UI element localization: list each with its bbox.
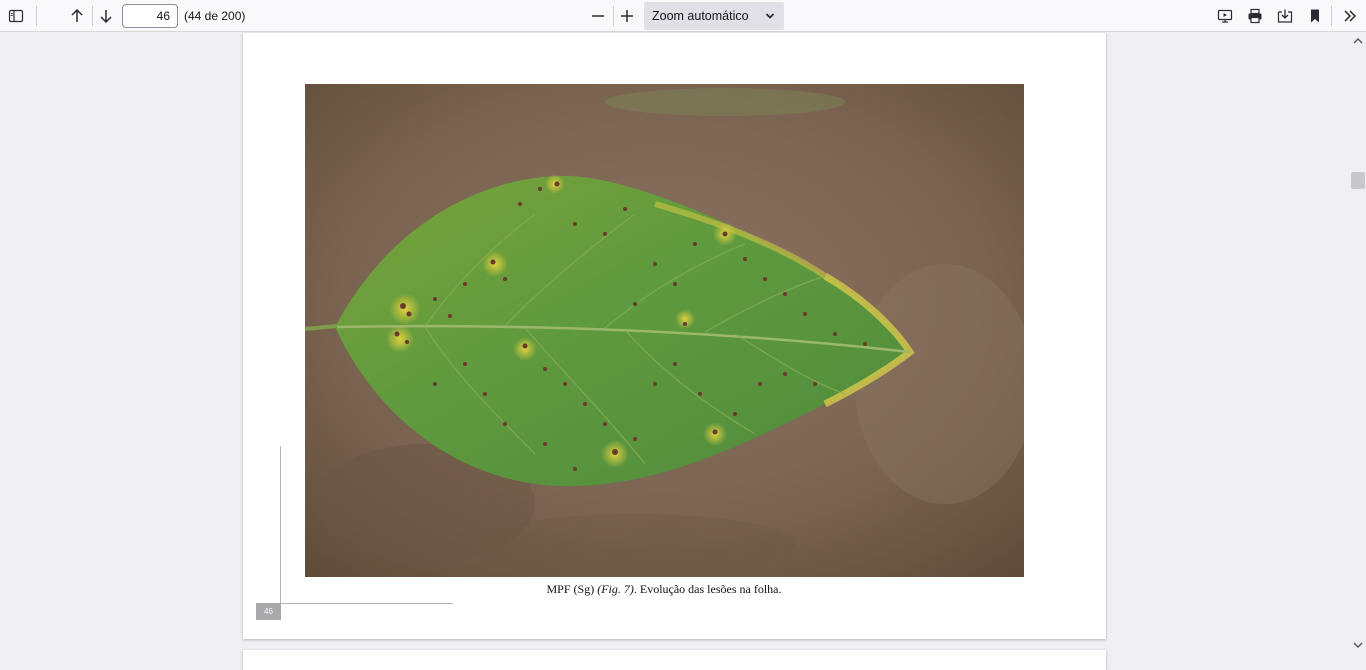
toolbar-separator	[36, 6, 37, 26]
bookmark-icon	[1311, 9, 1319, 23]
page-number-badge: 46	[256, 603, 281, 620]
scroll-down-arrow-icon[interactable]	[1353, 640, 1363, 650]
caption-figure-ref: (Fig. 7)	[597, 582, 634, 596]
page-decoration-horizontal-line	[280, 603, 453, 604]
zoom-select-value: Zoom automático	[652, 9, 749, 23]
pdf-toolbar: (44 de 200) Zoom automático	[0, 0, 1366, 32]
chevron-down-icon	[765, 13, 775, 19]
tools-menu-button[interactable]	[1337, 3, 1363, 29]
vertical-scrollbar[interactable]	[1350, 33, 1366, 654]
scrollbar-thumb[interactable]	[1351, 172, 1365, 189]
scroll-up-arrow-icon[interactable]	[1353, 36, 1363, 46]
figure-caption: MPF (Sg) (Fig. 7). Evolução das lesões n…	[243, 582, 1085, 597]
soybean-leaf-with-lesions-photo	[305, 84, 1024, 577]
minus-icon	[592, 15, 604, 17]
document-viewer[interactable]: MPF (Sg) (Fig. 7). Evolução das lesões n…	[0, 33, 1366, 670]
page-decoration-vertical-line	[280, 446, 281, 603]
save-button[interactable]	[1272, 3, 1298, 29]
next-pdf-page	[243, 650, 1106, 670]
pdf-page: MPF (Sg) (Fig. 7). Evolução das lesões n…	[243, 33, 1106, 639]
caption-text: . Evolução das lesões na folha.	[633, 582, 782, 596]
arrow-down-icon	[100, 10, 112, 24]
arrow-up-icon	[71, 8, 83, 22]
bookmark-button[interactable]	[1302, 3, 1328, 29]
print-icon	[1248, 8, 1262, 24]
page-count-label: (44 de 200)	[184, 9, 246, 23]
plus-icon	[621, 10, 633, 22]
previous-page-button[interactable]	[64, 3, 90, 29]
presentation-mode-button[interactable]	[1212, 3, 1238, 29]
page-number-input[interactable]	[122, 4, 178, 28]
zoom-in-button[interactable]	[614, 3, 640, 29]
toolbar-separator	[1331, 6, 1332, 26]
next-page-button[interactable]	[93, 3, 119, 29]
zoom-out-button[interactable]	[585, 3, 611, 29]
sidebar-toggle-icon	[8, 9, 24, 23]
caption-prefix: MPF (Sg)	[546, 582, 598, 596]
presentation-icon	[1217, 9, 1233, 23]
zoom-select[interactable]: Zoom automático	[644, 2, 784, 30]
sidebar-toggle-button[interactable]	[3, 3, 29, 29]
save-icon	[1277, 9, 1293, 23]
print-button[interactable]	[1242, 3, 1268, 29]
double-chevron-right-icon	[1344, 10, 1357, 22]
